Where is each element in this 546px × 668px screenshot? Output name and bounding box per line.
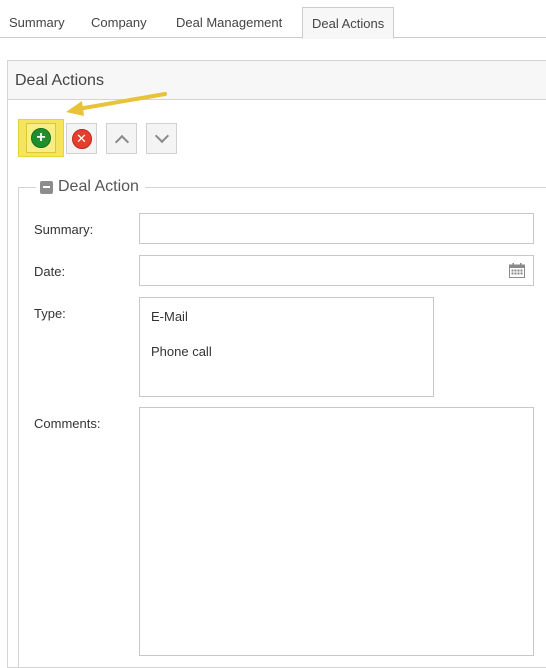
delete-button[interactable]: ✕ [66,123,97,154]
collapse-icon[interactable] [40,180,53,194]
type-option-phone-call[interactable]: Phone call [151,344,212,359]
tab-summary[interactable]: Summary [0,7,74,38]
type-option-email[interactable]: E-Mail [151,309,188,324]
move-up-button[interactable] [106,123,137,154]
plus-circle-icon: + [31,128,51,148]
summary-label: Summary: [34,222,94,237]
annotation-arrow-icon [66,92,167,116]
date-label: Date: [34,264,66,279]
fieldset-legend[interactable]: Deal Action [36,177,145,197]
comments-textarea[interactable] [139,407,534,656]
type-listbox[interactable]: E-Mail Phone call [139,297,434,397]
add-button[interactable]: + [18,119,64,157]
type-label: Type: [34,306,66,321]
tab-bar: Summary Company Deal Management Deal Act… [0,0,546,39]
x-circle-icon: ✕ [71,128,92,149]
chevron-down-icon [154,128,169,143]
tab-deal-management[interactable]: Deal Management [167,7,291,38]
move-down-button[interactable] [146,123,177,154]
add-button-inner: + [26,123,56,153]
date-input[interactable] [139,255,534,286]
summary-input[interactable] [139,213,534,244]
legend-label: Deal Action [58,178,139,195]
calendar-icon[interactable] [509,263,525,278]
comments-label: Comments: [34,416,101,431]
tab-deal-actions[interactable]: Deal Actions [302,7,395,39]
tab-company[interactable]: Company [82,7,156,38]
chevron-up-icon [114,134,129,149]
